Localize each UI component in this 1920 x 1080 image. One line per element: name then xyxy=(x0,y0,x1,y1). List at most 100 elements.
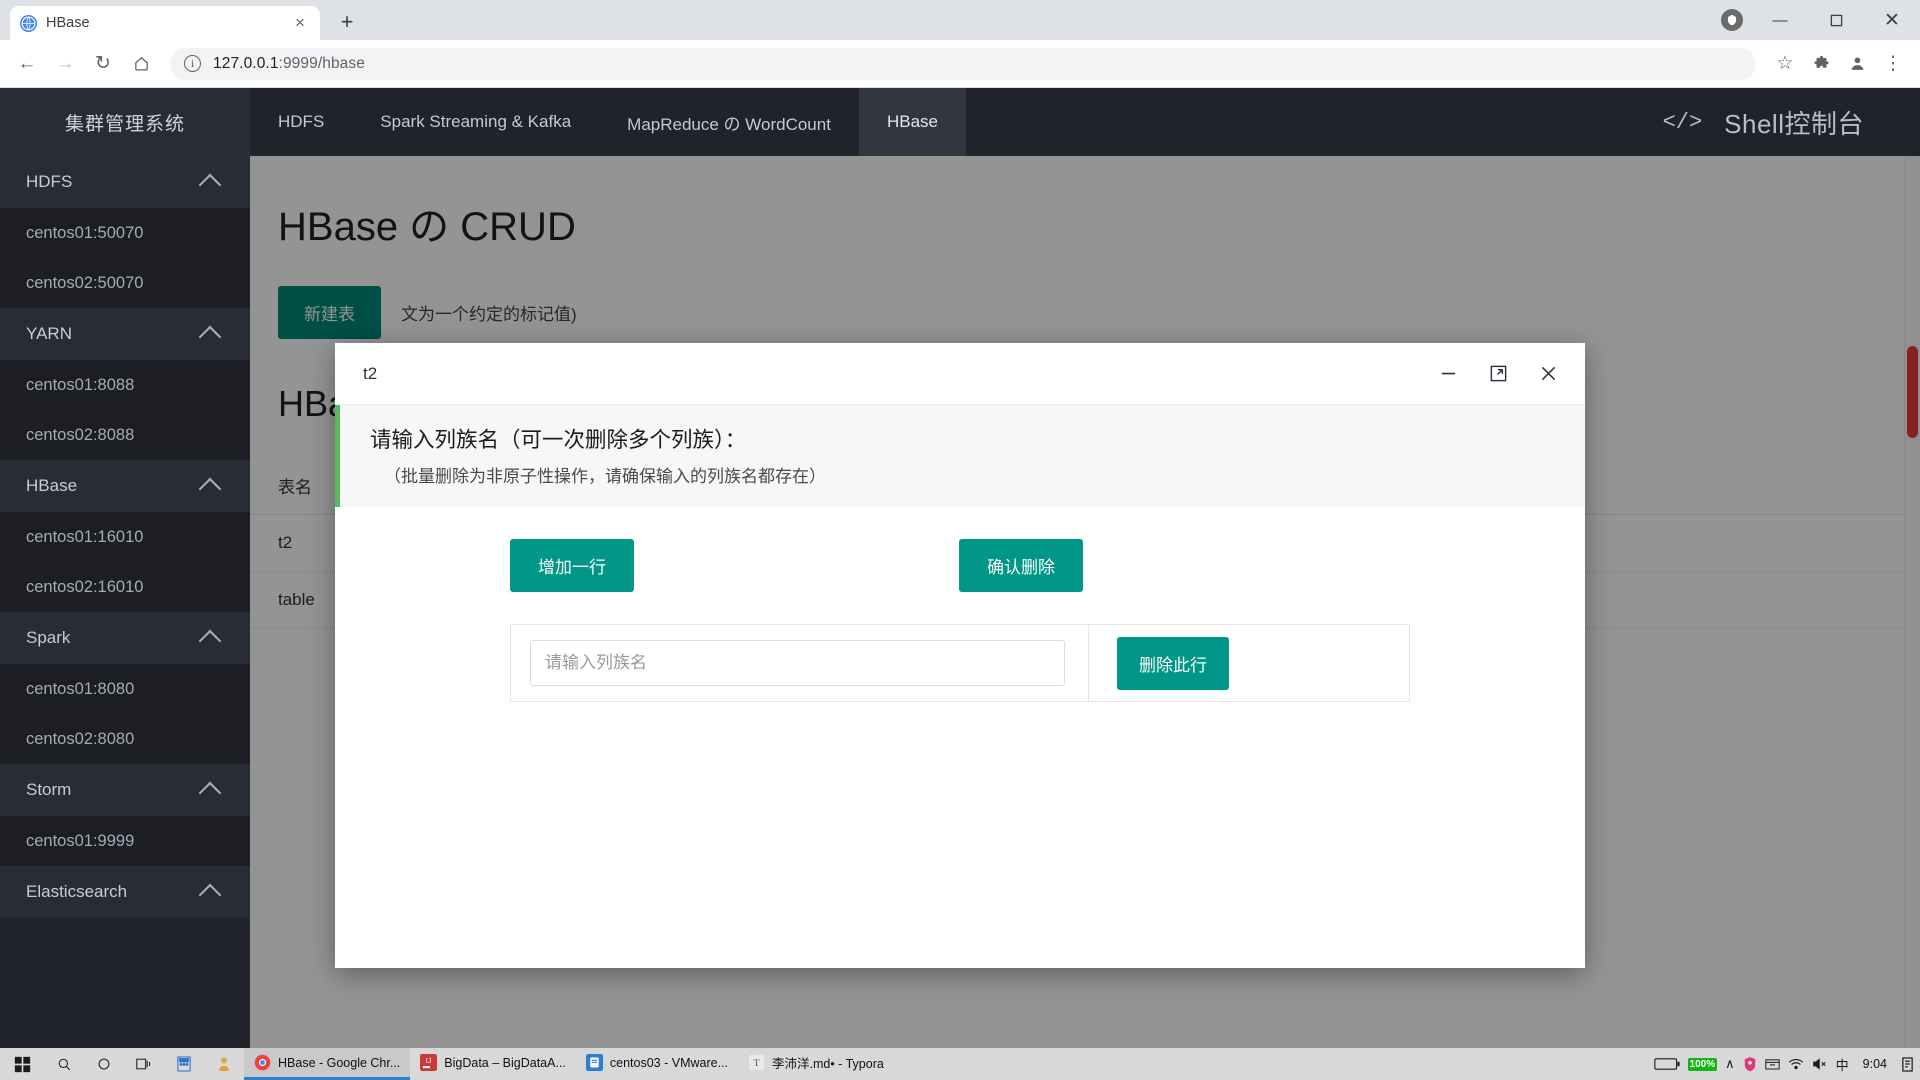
url-text: 127.0.0.1:9999/hbase xyxy=(213,54,365,72)
taskbar-item-typora[interactable]: T 李沛洋.md• - Typora xyxy=(738,1048,894,1080)
window-maximize-button[interactable] xyxy=(1808,0,1864,40)
sidebar-sublist-hbase: centos01:16010 centos02:16010 xyxy=(0,512,250,612)
tab-mapreduce-wordcount[interactable]: MapReduce の WordCount xyxy=(599,88,859,156)
search-icon[interactable] xyxy=(44,1048,84,1080)
close-icon[interactable] xyxy=(1531,357,1565,391)
notice-main-text: 请输入列族名（可一次删除多个列族）： xyxy=(370,428,747,452)
shell-console-label: Shell控制台 xyxy=(1724,108,1864,139)
sidebar-sublist-spark: centos01:8080 centos02:8080 xyxy=(0,664,250,764)
home-icon[interactable] xyxy=(124,47,158,81)
sidebar-group-spark: Spark centos01:8080 centos02:8080 xyxy=(0,612,250,764)
add-row-button[interactable]: 增加一行 xyxy=(510,539,634,592)
sidebar-item-centos02-8080[interactable]: centos02:8080 xyxy=(0,714,250,764)
sidebar-item-centos02-16010[interactable]: centos02:16010 xyxy=(0,562,250,612)
avatar xyxy=(1721,9,1743,31)
address-bar[interactable]: i 127.0.0.1:9999/hbase xyxy=(170,47,1756,80)
chevron-up-icon xyxy=(198,477,222,501)
profile-avatar[interactable] xyxy=(1712,0,1752,40)
tab-hdfs[interactable]: HDFS xyxy=(250,88,352,156)
sidebar-item-centos01-8088[interactable]: centos01:8088 xyxy=(0,360,250,410)
sidebar-group-header-spark[interactable]: Spark xyxy=(0,612,250,664)
battery-icon[interactable] xyxy=(1653,1057,1680,1071)
sidebar-group-header-storm[interactable]: Storm xyxy=(0,764,250,816)
browser-tab[interactable]: HBase × xyxy=(10,6,320,40)
idea-icon: IJ xyxy=(420,1054,438,1071)
sidebar-group-elasticsearch: Elasticsearch xyxy=(0,866,250,918)
screen: HBase × + — ✕ ← → ↻ i 127.0.0.1:9999/hba… xyxy=(0,0,1920,1080)
sidebar-group-header-hdfs[interactable]: HDFS xyxy=(0,156,250,208)
chrome-menu-icon[interactable]: ⋮ xyxy=(1876,47,1910,81)
sidebar-group-header-elasticsearch[interactable]: Elasticsearch xyxy=(0,866,250,918)
chevron-up-icon[interactable]: ∧ xyxy=(1725,1056,1735,1072)
ime-icon[interactable]: 中 xyxy=(1836,1055,1849,1074)
code-icon: </> xyxy=(1662,109,1703,135)
sidebar-group-header-yarn[interactable]: YARN xyxy=(0,308,250,360)
antivirus-icon[interactable] xyxy=(1743,1056,1757,1072)
task-view-icon[interactable] xyxy=(124,1048,164,1080)
vmware-icon xyxy=(585,1054,603,1071)
column-family-input[interactable] xyxy=(530,640,1065,686)
notice-sub-text: （批量删除为非原子性操作，请确保输入的列族名都存在） xyxy=(384,467,826,486)
system-tray: 100% ∧ 中 9:04 xyxy=(1653,1048,1920,1080)
bookmark-star-icon[interactable]: ☆ xyxy=(1768,47,1802,81)
chevron-up-icon xyxy=(198,325,222,349)
page-content: 集群管理系统 HDFS centos01:50070 centos02:5007… xyxy=(0,88,1920,1048)
sidebar-group-yarn: YARN centos01:8088 centos02:8088 xyxy=(0,308,250,460)
people-icon[interactable] xyxy=(204,1048,244,1080)
browser-titlebar: HBase × + — ✕ xyxy=(0,0,1920,40)
window-minimize-button[interactable]: — xyxy=(1752,0,1808,40)
sidebar-group-hbase: HBase centos01:16010 centos02:16010 xyxy=(0,460,250,612)
window-close-button[interactable]: ✕ xyxy=(1864,0,1920,40)
dialog-button-row: 增加一行 确认删除 xyxy=(385,539,1535,592)
windows-taskbar: HBase - Google Chr... IJ BigData – BigDa… xyxy=(0,1048,1920,1080)
sidebar-group-header-hbase[interactable]: HBase xyxy=(0,460,250,512)
confirm-delete-button[interactable]: 确认删除 xyxy=(959,539,1083,592)
sidebar: 集群管理系统 HDFS centos01:50070 centos02:5007… xyxy=(0,88,250,1048)
tab-spark-streaming-kafka[interactable]: Spark Streaming & Kafka xyxy=(352,88,599,156)
dialog-controls xyxy=(1431,357,1565,391)
profile-icon[interactable] xyxy=(1840,47,1874,81)
wifi-icon[interactable] xyxy=(1788,1057,1804,1071)
tab-title: HBase xyxy=(46,15,90,31)
notification-icon[interactable] xyxy=(1901,1056,1914,1072)
sidebar-sublist-yarn: centos01:8088 centos02:8088 xyxy=(0,360,250,460)
taskbar-item-chrome[interactable]: HBase - Google Chr... xyxy=(244,1048,411,1080)
taskbar-item-bigdata[interactable]: IJ BigData – BigDataA... xyxy=(410,1048,576,1080)
volume-mute-icon[interactable] xyxy=(1812,1057,1828,1071)
sidebar-item-centos02-50070[interactable]: centos02:50070 xyxy=(0,258,250,308)
archive-icon[interactable] xyxy=(1764,1057,1780,1071)
site-info-icon[interactable]: i xyxy=(184,55,201,72)
window-controls: — ✕ xyxy=(1712,0,1920,40)
tab-hbase[interactable]: HBase xyxy=(858,88,966,156)
globe-icon xyxy=(20,14,37,32)
column-family-input-wrap xyxy=(511,640,1066,686)
sidebar-item-centos01-8080[interactable]: centos01:8080 xyxy=(0,664,250,714)
minimize-icon[interactable] xyxy=(1431,357,1465,391)
maximize-icon[interactable] xyxy=(1481,357,1515,391)
taskbar-item-label: HBase - Google Chr... xyxy=(278,1055,401,1070)
sidebar-sublist-storm: centos01:9999 xyxy=(0,816,250,866)
sidebar-item-centos01-9999[interactable]: centos01:9999 xyxy=(0,816,250,866)
svg-text:T: T xyxy=(753,1058,759,1069)
sidebar-item-centos02-8088[interactable]: centos02:8088 xyxy=(0,410,250,460)
taskbar-clock[interactable]: 9:04 xyxy=(1857,1057,1893,1071)
reload-icon[interactable]: ↻ xyxy=(86,47,120,81)
sidebar-item-centos01-16010[interactable]: centos01:16010 xyxy=(0,512,250,562)
chevron-up-icon xyxy=(198,883,222,907)
close-icon[interactable]: × xyxy=(290,13,310,33)
extensions-icon[interactable] xyxy=(1804,47,1838,81)
calculator-icon[interactable] xyxy=(164,1048,204,1080)
new-tab-button[interactable]: + xyxy=(332,7,362,37)
cortana-icon[interactable] xyxy=(84,1048,124,1080)
sidebar-item-centos01-50070[interactable]: centos01:50070 xyxy=(0,208,250,258)
chevron-up-icon xyxy=(198,173,222,197)
delete-row-button[interactable]: 删除此行 xyxy=(1117,636,1229,690)
battery-percent-badge: 100% xyxy=(1687,1057,1718,1071)
shell-console-link[interactable]: </> Shell控制台 xyxy=(1663,88,1920,156)
forward-icon[interactable]: → xyxy=(48,47,82,81)
back-icon[interactable]: ← xyxy=(10,47,44,81)
start-icon[interactable] xyxy=(0,1048,44,1080)
dialog-header: t2 xyxy=(335,343,1585,405)
taskbar-item-vmware[interactable]: centos03 - VMware... xyxy=(576,1048,738,1080)
